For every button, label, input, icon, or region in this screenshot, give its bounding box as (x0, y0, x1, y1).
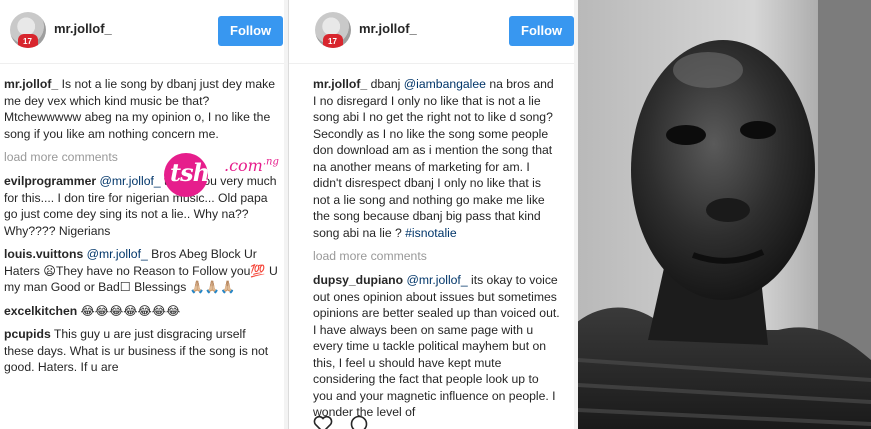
caption: mr.jollof_ Is not a lie song by dbanj ju… (4, 76, 278, 142)
watermark-logo: tsh .com.ng (164, 150, 284, 200)
portrait-image (578, 0, 871, 429)
post-header: 17 mr.jollof_ Follow (289, 0, 574, 64)
jersey-number: 17 (23, 37, 32, 46)
jersey-number: 17 (328, 37, 337, 46)
caption-hashtag[interactable]: #isnotalie (405, 226, 457, 240)
comment-list: mr.jollof_ Is not a lie song by dbanj ju… (4, 76, 278, 383)
comment-mention[interactable]: @mr.jollof_ (100, 174, 161, 188)
post-header: 17 mr.jollof_ Follow (0, 0, 284, 64)
follow-button[interactable]: Follow (218, 16, 284, 46)
follow-button[interactable]: Follow (509, 16, 574, 46)
comment-mention[interactable]: @mr.jollof_ (87, 247, 148, 261)
watermark-domain-text: .com (224, 156, 263, 175)
left-post-panel: 17 mr.jollof_ Follow mr.jollof_ Is not a… (0, 0, 284, 429)
comment: dupsy_dupiano @mr.jollof_ its okay to vo… (313, 272, 560, 421)
comment-icon[interactable] (349, 415, 369, 429)
comment-text: its okay to voice out ones opinion about… (313, 273, 560, 419)
comment: excelkitchen 😂😂😂😂😂😂😂 (4, 303, 278, 320)
comment-username[interactable]: evilprogrammer (4, 174, 96, 188)
comment-text: 😂😂😂😂😂😂😂 (77, 303, 181, 318)
caption-mention[interactable]: @iambangalee (404, 77, 486, 91)
middle-post-panel: 17 mr.jollof_ Follow mr.jollof_ dbanj @i… (288, 0, 574, 429)
watermark-text: tsh (170, 158, 210, 187)
watermark-suffix: .ng (262, 156, 279, 168)
post-username[interactable]: mr.jollof_ (359, 21, 417, 36)
comment-username[interactable]: mr.jollof_ (4, 77, 58, 91)
watermark-domain: .com.ng (224, 156, 279, 175)
comment: pcupids This guy u are just disgracing u… (4, 326, 278, 376)
caption-text-pre: dbanj (367, 77, 404, 91)
profile-photo (578, 0, 871, 429)
post-actions (313, 415, 381, 429)
caption: mr.jollof_ dbanj @iambangalee na bros an… (313, 76, 560, 241)
comment-username[interactable]: dupsy_dupiano (313, 273, 403, 287)
comment: louis.vuittons @mr.jollof_ Bros Abeg Blo… (4, 246, 278, 296)
caption-text: na bros and I no disregard I only no lik… (313, 77, 554, 240)
heart-icon[interactable] (313, 415, 333, 429)
avatar[interactable]: 17 (315, 12, 351, 48)
avatar[interactable]: 17 (10, 12, 46, 48)
comment-username[interactable]: mr.jollof_ (313, 77, 367, 91)
comment-mention[interactable]: @mr.jollof_ (406, 273, 467, 287)
comment-list: mr.jollof_ dbanj @iambangalee na bros an… (313, 76, 560, 428)
load-more-comments-link[interactable]: load more comments (313, 248, 560, 264)
comment-username[interactable]: excelkitchen (4, 304, 77, 318)
post-username[interactable]: mr.jollof_ (54, 21, 112, 36)
comment-username[interactable]: pcupids (4, 327, 51, 341)
comment-username[interactable]: louis.vuittons (4, 247, 83, 261)
